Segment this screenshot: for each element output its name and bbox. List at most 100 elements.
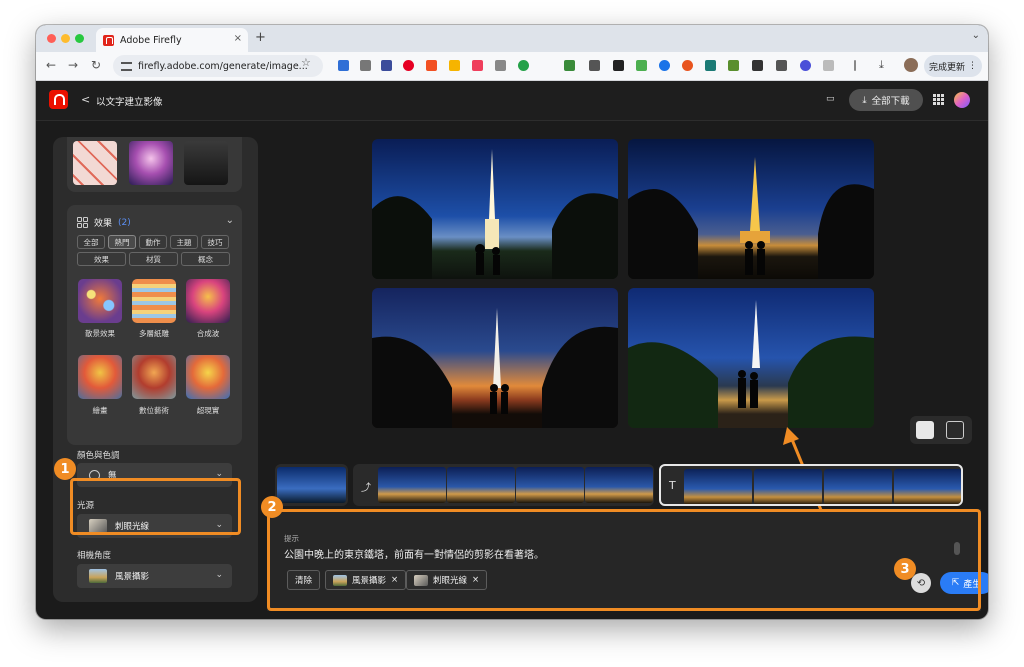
extension-icon[interactable]	[613, 60, 624, 71]
extension-icon[interactable]	[682, 60, 693, 71]
zoom-window-button[interactable]	[75, 34, 84, 43]
extension-icon[interactable]	[636, 60, 647, 71]
extension-icon[interactable]	[705, 60, 716, 71]
apps-grid-icon[interactable]	[933, 94, 944, 105]
download-all-button[interactable]: ⤓ 全部下載	[849, 89, 923, 111]
plugin-avatar-icon[interactable]	[954, 92, 970, 108]
adobe-favicon-icon	[103, 34, 114, 46]
back-chevron-icon[interactable]: <	[81, 93, 90, 106]
browser-toolbar: ← → ↻ firefly.adobe.com/generate/image..…	[36, 52, 988, 81]
history-thumbnail[interactable]	[378, 467, 446, 503]
generated-image-1[interactable]	[372, 139, 618, 279]
history-thumbnail[interactable]	[754, 469, 822, 504]
forward-arrow-icon[interactable]: →	[68, 58, 78, 72]
single-view-button[interactable]	[946, 421, 964, 439]
camera-angle-label: 相機角度	[77, 551, 112, 561]
effect-label: 合成波	[196, 329, 220, 338]
extension-icon[interactable]	[381, 60, 392, 71]
extension-icon[interactable]	[728, 60, 739, 71]
style-thumbnail[interactable]	[129, 141, 173, 185]
pocket-extension-icon[interactable]	[472, 60, 483, 71]
page-title: 以文字建立影像	[96, 97, 163, 108]
back-arrow-icon[interactable]: ←	[46, 58, 56, 72]
extension-icon[interactable]	[659, 60, 670, 71]
browser-menu-icon: ⋮	[968, 61, 977, 71]
address-bar[interactable]: firefly.adobe.com/generate/image...	[113, 55, 323, 77]
effects-tab-concept[interactable]: 概念	[181, 252, 230, 266]
effect-label: 多層紙雕	[139, 329, 169, 338]
camera-extension-icon[interactable]	[495, 60, 506, 71]
history-thumbnail[interactable]	[277, 467, 346, 503]
effect-label: 繪畫	[92, 406, 108, 415]
generated-image-2[interactable]	[628, 139, 874, 279]
style-thumbnail[interactable]	[73, 141, 117, 185]
reading-list-icon[interactable]	[854, 60, 856, 71]
minimize-window-button[interactable]	[61, 34, 70, 43]
style-thumbnail[interactable]	[184, 141, 228, 185]
text-prompt-icon: T	[669, 479, 676, 492]
effect-tile-surreal[interactable]	[186, 355, 230, 399]
effects-header[interactable]: 效果 (2)	[77, 216, 131, 229]
effects-tab-effect[interactable]: 效果	[77, 252, 126, 266]
site-settings-icon[interactable]	[121, 61, 132, 71]
effects-tab-material[interactable]: 材質	[129, 252, 178, 266]
grid-view-button[interactable]	[916, 421, 934, 439]
history-thumbnail[interactable]	[447, 467, 515, 503]
generated-image-3[interactable]	[372, 288, 618, 428]
effect-tile-digital-art[interactable]	[132, 355, 176, 399]
extension-icon[interactable]	[338, 60, 349, 71]
effects-chevron-icon[interactable]: ⌄	[226, 215, 234, 226]
grammarly-extension-icon[interactable]	[518, 60, 529, 71]
download-all-label: 全部下載	[871, 96, 910, 107]
annotation-highlight-prompt	[267, 509, 981, 611]
effects-tab-popular[interactable]: 熱門	[108, 235, 136, 249]
history-thumbnail[interactable]	[516, 467, 584, 503]
history-thumbnail[interactable]	[684, 469, 752, 504]
feedback-icon[interactable]: ▭	[826, 94, 835, 104]
extension-icon[interactable]	[800, 60, 811, 71]
history-strip-group[interactable]	[275, 464, 348, 506]
effects-tab-all[interactable]: 全部	[77, 235, 105, 249]
browser-tab-firefly[interactable]: Adobe Firefly ×	[96, 28, 248, 52]
extension-icon[interactable]	[589, 60, 600, 71]
effect-tile-synthwave[interactable]	[186, 279, 230, 323]
tab-title: Adobe Firefly	[120, 34, 182, 46]
extension-icon[interactable]	[360, 60, 371, 71]
history-thumbnail[interactable]	[585, 467, 653, 503]
tab-close-icon[interactable]: ×	[234, 33, 242, 44]
history-strip-group[interactable]: ⤴	[353, 464, 654, 506]
history-thumbnail[interactable]	[824, 469, 892, 504]
effects-tab-theme[interactable]: 主題	[170, 235, 198, 249]
pinterest-extension-icon[interactable]	[403, 60, 414, 71]
generated-image-4[interactable]	[628, 288, 874, 428]
finish-update-button[interactable]: 完成更新 ⋮	[924, 55, 982, 77]
effects-count: (2)	[118, 217, 131, 228]
new-extension-icon[interactable]	[564, 60, 575, 71]
effect-tile-painting[interactable]	[78, 355, 122, 399]
extension-icon[interactable]	[426, 60, 437, 71]
extension-icon[interactable]	[776, 60, 787, 71]
download-icon[interactable]: ⤓	[879, 58, 884, 72]
firefly-header: < 以文字建立影像 ▭ ⤓ 全部下載	[36, 81, 988, 121]
extension-icon[interactable]	[449, 60, 460, 71]
new-tab-button[interactable]: +	[255, 30, 266, 45]
profile-avatar[interactable]	[904, 58, 918, 72]
tab-search-chevron-icon[interactable]: ⌄	[972, 30, 980, 41]
effect-tile-layered-paper[interactable]	[132, 279, 176, 323]
puzzle-extensions-icon[interactable]	[823, 60, 834, 71]
reload-icon[interactable]: ↻	[91, 58, 101, 72]
effects-grid-icon	[77, 217, 88, 228]
annotation-highlight-lighting	[70, 478, 241, 535]
history-strip-group-selected[interactable]: T	[659, 464, 963, 506]
adobe-logo-icon[interactable]	[49, 90, 68, 109]
history-thumbnail[interactable]	[894, 469, 961, 504]
bookmark-star-icon[interactable]: ☆	[301, 56, 311, 69]
download-icon: ⤓	[862, 94, 867, 106]
effects-tab-movement[interactable]: 動作	[139, 235, 167, 249]
camera-angle-dropdown[interactable]: 風景攝影 ⌄	[77, 564, 232, 588]
extension-icon[interactable]	[752, 60, 763, 71]
finish-update-label: 完成更新	[928, 62, 965, 73]
effects-tab-technique[interactable]: 技巧	[201, 235, 229, 249]
effect-tile-bokeh[interactable]	[78, 279, 122, 323]
close-window-button[interactable]	[47, 34, 56, 43]
